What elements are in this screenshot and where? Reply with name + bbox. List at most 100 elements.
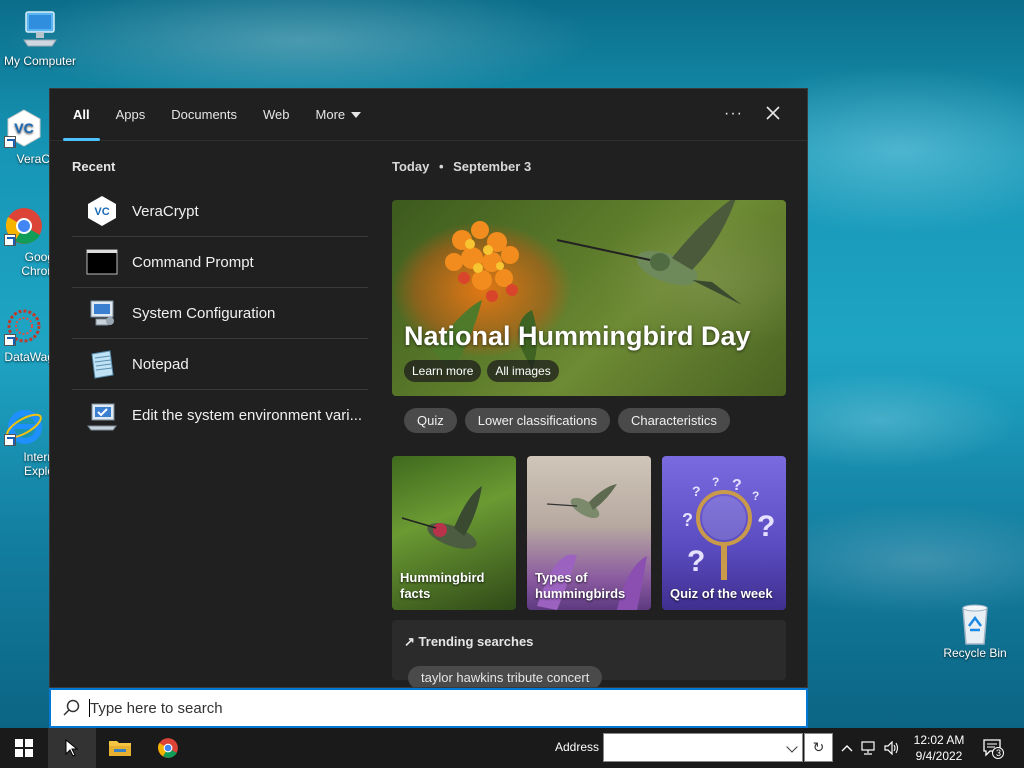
svg-text:?: ? [732,477,742,494]
close-icon[interactable] [763,103,783,123]
today-date-row: Today • September 3 [392,159,786,174]
recent-section: Recent VC VeraCrypt Command Prompt Syste… [72,159,368,441]
trending-title: ↗ Trending searches [404,634,774,650]
tab-label: Documents [171,107,238,122]
desktop-icon-label: My Computer [3,54,77,68]
address-label: Address [555,740,600,754]
trending-title-text: Trending searches [418,634,534,649]
mouse-cursor-icon [65,738,79,757]
svg-text:?: ? [752,489,759,503]
chevron-down-icon[interactable] [786,741,798,753]
system-tray [838,728,904,768]
recent-item-environment-variables[interactable]: Edit the system environment vari... [72,390,368,441]
learn-more-button[interactable]: Learn more [404,360,482,382]
recent-item-command-prompt[interactable]: Command Prompt [72,237,368,288]
desktop-icon-label: Goog Chron [21,250,54,278]
shortcut-arrow-icon [4,136,16,148]
today-section: Today • September 3 National Hummingbird… [392,159,786,687]
tab-apps[interactable]: Apps [116,89,146,141]
all-images-button[interactable]: All images [487,360,559,382]
today-label: Today [392,159,430,174]
svg-text:?: ? [692,483,701,499]
tab-more[interactable]: More [316,89,362,141]
svg-text:VC: VC [94,206,109,218]
network-icon[interactable] [856,741,880,755]
desktop-icon-internet-explorer[interactable]: Intern Explo [0,406,54,478]
desktop-icon-label: Recycle Bin [943,646,1007,660]
taskbar-chrome[interactable] [144,728,192,768]
windows-logo-icon [15,739,33,757]
tab-web[interactable]: Web [263,89,290,141]
desktop-icon-veracrypt[interactable]: VC VeraCr [0,108,54,166]
desktop-icon-recycle-bin[interactable]: Recycle Bin [935,602,1015,660]
refresh-icon: ↻ [812,739,825,755]
svg-text:?: ? [682,510,693,530]
chip-quiz[interactable]: Quiz [404,408,457,433]
datawag-icon [4,306,44,346]
veracrypt-icon: VC [4,108,44,148]
recent-item-label: System Configuration [132,304,276,322]
environment-variables-icon [86,400,118,432]
topic-chips: Quiz Lower classifications Characteristi… [404,408,786,433]
recent-item-notepad[interactable]: Notepad [72,339,368,390]
desktop-icon-datawag[interactable]: DataWag [0,306,54,364]
notification-center-icon[interactable]: 3 [982,737,1004,759]
computer-icon [20,10,60,50]
chevron-up-icon[interactable] [838,744,856,752]
svg-text:VC: VC [14,120,33,136]
notification-count: 3 [995,748,1001,758]
search-panel: All Apps Documents Web More ··· Recent V… [49,88,808,688]
chip-lower-classifications[interactable]: Lower classifications [464,408,610,433]
card-types-of-hummingbirds[interactable]: Types of hummingbirds [527,456,651,610]
chrome-icon [158,738,178,758]
tab-label: Apps [115,107,146,122]
address-input[interactable] [603,733,803,762]
more-options-icon[interactable]: ··· [724,105,743,123]
recent-item-system-configuration[interactable]: System Configuration [72,288,368,339]
shortcut-arrow-icon [4,334,16,346]
clock-date: 9/4/2022 [915,749,963,763]
recent-item-label: Command Prompt [132,253,254,271]
search-tabs: All Apps Documents Web More ··· [50,89,807,141]
chrome-icon [4,206,44,246]
tab-all[interactable]: All [63,89,100,141]
search-input[interactable] [90,699,690,717]
card-title: Quiz of the week [670,586,773,601]
chip-characteristics[interactable]: Characteristics [617,408,730,433]
volume-icon[interactable] [880,741,904,755]
today-date: September 3 [453,159,532,174]
taskbar-file-explorer[interactable] [96,728,144,768]
recent-title: Recent [72,159,116,174]
trending-searches: ↗ Trending searches taylor hawkins tribu… [392,620,786,687]
clock[interactable]: 12:02 AM 9/4/2022 [906,732,972,764]
hero-buttons: Learn more All images [404,360,559,382]
recent-item-label: VeraCrypt [132,202,199,220]
topic-cards: Hummingbird facts Types of hummingbirds … [392,456,786,610]
shortcut-arrow-icon [4,234,16,246]
tab-label: All [73,107,90,122]
tab-documents[interactable]: Documents [171,89,237,141]
card-hummingbird-facts[interactable]: Hummingbird facts [392,456,516,610]
shortcut-arrow-icon [4,434,16,446]
address-go-button[interactable]: ↻ [804,733,833,762]
card-title: Hummingbird facts [400,570,485,601]
clock-time: 12:02 AM [913,733,965,747]
hero-card[interactable]: National Hummingbird Day Learn more All … [392,200,786,396]
search-box[interactable] [49,688,808,728]
recent-item-label: Edit the system environment vari... [132,407,363,424]
start-button[interactable] [0,728,48,768]
desktop-icon-my-computer[interactable]: My Computer [0,10,80,68]
folder-icon [109,741,131,756]
recent-item-veracrypt[interactable]: VC VeraCrypt [72,186,368,237]
system-configuration-icon [86,297,118,329]
tab-label: More [315,107,346,122]
taskbar-search-button[interactable] [48,728,96,768]
chevron-down-icon [351,112,362,118]
hero-title: National Hummingbird Day [404,321,751,351]
card-quiz-of-the-week[interactable]: ?? ?? ?? ? Quiz of the week [662,456,786,610]
trending-item[interactable]: taylor hawkins tribute concert [408,666,603,687]
command-prompt-icon [86,246,118,278]
svg-text:?: ? [687,545,705,578]
desktop-icon-google-chrome[interactable]: Goog Chron [0,206,54,278]
search-icon [61,698,81,718]
